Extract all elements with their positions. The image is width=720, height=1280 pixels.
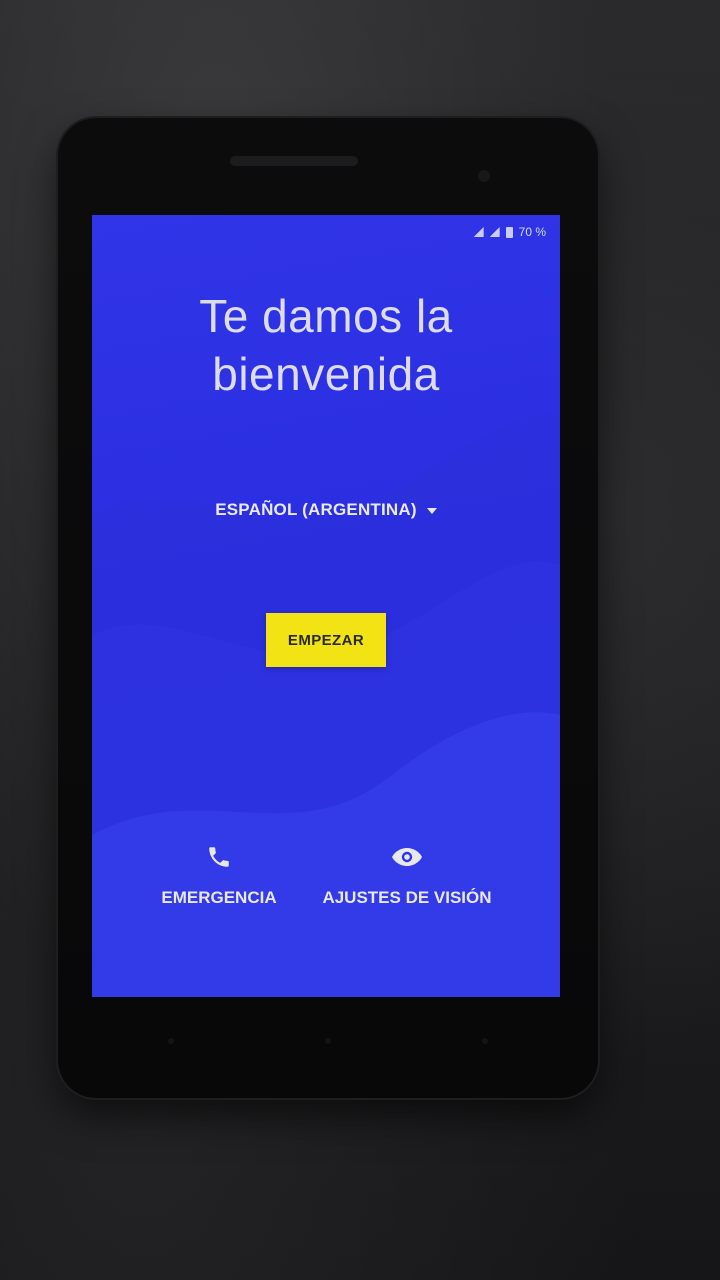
battery-level: 70 % [518,225,546,239]
language-selector-label: ESPAÑOL (ARGENTINA) [215,500,417,519]
phone-icon [206,840,232,874]
hardware-button-row [58,1018,598,1058]
dropdown-arrow-icon [426,508,437,514]
vision-settings-button[interactable]: AJUSTES DE VISIÓN [312,840,502,908]
start-button[interactable]: EMPEZAR [266,613,386,667]
language-selector[interactable]: ESPAÑOL (ARGENTINA) [92,500,560,520]
signal-icon [473,227,484,237]
front-sensor [478,170,490,182]
recents-key[interactable] [482,1038,488,1044]
emergency-button[interactable]: EMERGENCIA [144,840,294,908]
battery-icon [505,226,513,238]
vision-settings-label: AJUSTES DE VISIÓN [322,888,492,907]
home-key[interactable] [325,1038,331,1044]
emergency-label: EMERGENCIA [161,888,277,907]
earpiece-speaker [230,156,358,166]
back-key[interactable] [168,1038,174,1044]
eye-icon [390,840,424,874]
welcome-title: Te damos la bienvenida [92,287,560,403]
phone-device: 70 % Te damos la bienvenida ESPAÑOL (ARG… [58,118,598,1098]
welcome-title-line-1: Te damos la [199,290,453,342]
wifi-icon [489,227,500,237]
setup-screen: 70 % Te damos la bienvenida ESPAÑOL (ARG… [92,215,560,997]
status-bar: 70 % [473,225,546,239]
welcome-title-line-2: bienvenida [212,348,440,400]
